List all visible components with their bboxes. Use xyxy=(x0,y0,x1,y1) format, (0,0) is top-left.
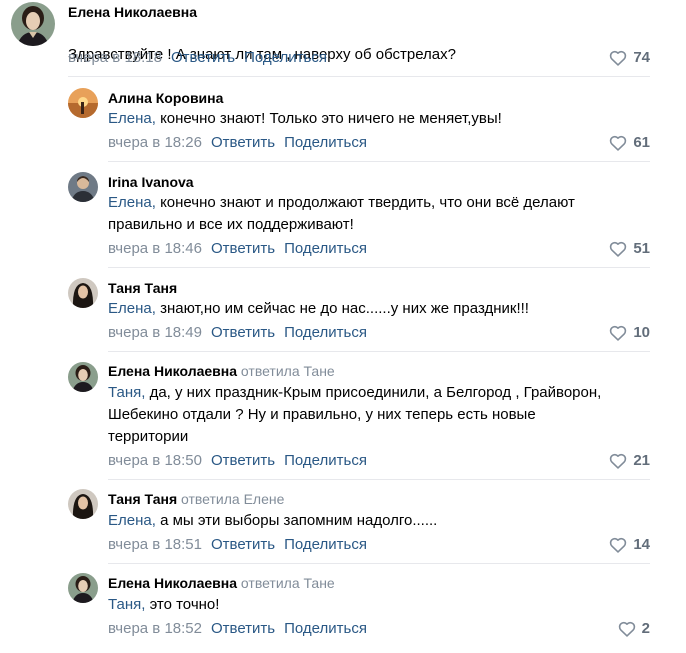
share-button[interactable]: Поделиться xyxy=(284,240,367,257)
avatar[interactable] xyxy=(68,278,98,308)
timestamp[interactable]: вчера в 18:46 xyxy=(108,240,202,257)
timestamp[interactable]: вчера в 18:26 xyxy=(108,134,202,151)
reply-button[interactable]: Ответить xyxy=(211,240,275,257)
share-button[interactable]: Поделиться xyxy=(284,324,367,341)
reply-to-label[interactable]: ответила Елене xyxy=(181,491,284,507)
author-name[interactable]: Елена Николаевна ответила Тане xyxy=(108,574,335,592)
avatar[interactable] xyxy=(68,573,98,603)
reply-button[interactable]: Ответить xyxy=(211,134,275,151)
like-button[interactable]: 51 xyxy=(609,239,650,259)
divider xyxy=(108,351,650,352)
reply-to-label[interactable]: ответила Тане xyxy=(241,363,335,379)
heart-icon xyxy=(610,325,627,341)
like-button[interactable]: 2 xyxy=(618,619,650,639)
author-name[interactable]: Елена Николаевна xyxy=(68,3,197,21)
divider xyxy=(108,161,650,162)
addressee-link[interactable]: Елена, xyxy=(108,512,156,529)
share-button[interactable]: Поделиться xyxy=(284,452,367,469)
like-count: 10 xyxy=(633,324,650,341)
share-button[interactable]: Поделиться xyxy=(244,49,327,66)
author-name[interactable]: Irina Ivanova xyxy=(108,173,194,191)
comment-text: Елена, а мы эти выборы запомним надолго.… xyxy=(108,512,438,529)
like-count: 2 xyxy=(641,620,650,637)
divider xyxy=(68,76,650,77)
comment-meta: вчера в 18:49 Ответить Поделиться xyxy=(108,323,367,343)
like-button[interactable]: 21 xyxy=(609,451,650,471)
comment-meta: вчера в 18:46 Ответить Поделиться xyxy=(108,239,367,259)
addressee-link[interactable]: Елена, xyxy=(108,300,156,317)
comment-text: Елена, конечно знают и продолжают тверди… xyxy=(108,194,575,233)
share-button[interactable]: Поделиться xyxy=(284,536,367,553)
like-count: 21 xyxy=(633,452,650,469)
heart-icon xyxy=(610,241,627,257)
author-name[interactable]: Елена Николаевна ответила Тане xyxy=(108,362,335,380)
like-button[interactable]: 14 xyxy=(609,535,650,555)
like-count: 51 xyxy=(633,240,650,257)
like-count: 14 xyxy=(633,536,650,553)
avatar[interactable] xyxy=(11,2,55,46)
author-name[interactable]: Таня Таня xyxy=(108,279,177,297)
timestamp[interactable]: вчера в 18:51 xyxy=(108,536,202,553)
reply-button[interactable]: Ответить xyxy=(211,620,275,637)
divider xyxy=(108,479,650,480)
timestamp[interactable]: вчера в 18:52 xyxy=(108,620,202,637)
comment-text: Таня, да, у них праздник-Крым присоедини… xyxy=(108,384,602,445)
like-button[interactable]: 61 xyxy=(609,133,650,153)
author-name[interactable]: Таня Таня ответила Елене xyxy=(108,490,284,508)
timestamp[interactable]: вчера в 18:18 xyxy=(68,49,162,66)
comment-text: Елена, конечно знают! Только это ничего … xyxy=(108,110,502,127)
reply-button[interactable]: Ответить xyxy=(211,324,275,341)
heart-icon xyxy=(610,50,627,66)
comment-meta: вчера в 18:52 Ответить Поделиться xyxy=(108,619,367,639)
avatar[interactable] xyxy=(68,88,98,118)
avatar[interactable] xyxy=(68,489,98,519)
comment-meta: вчера в 18:18 Ответить Поделиться xyxy=(68,48,327,68)
like-count: 74 xyxy=(633,49,650,66)
heart-icon xyxy=(610,537,627,553)
timestamp[interactable]: вчера в 18:49 xyxy=(108,324,202,341)
heart-icon xyxy=(610,135,627,151)
heart-icon xyxy=(618,621,635,637)
reply-to-label[interactable]: ответила Тане xyxy=(241,575,335,591)
comment-text: Таня, это точно! xyxy=(108,596,220,613)
like-button[interactable]: 10 xyxy=(609,323,650,343)
share-button[interactable]: Поделиться xyxy=(284,134,367,151)
reply-button[interactable]: Ответить xyxy=(211,452,275,469)
addressee-link[interactable]: Таня, xyxy=(108,384,145,401)
reply-button[interactable]: Ответить xyxy=(171,49,235,66)
share-button[interactable]: Поделиться xyxy=(284,620,367,637)
comment-meta: вчера в 18:50 Ответить Поделиться xyxy=(108,451,367,471)
divider xyxy=(108,267,650,268)
reply-button[interactable]: Ответить xyxy=(211,536,275,553)
addressee-link[interactable]: Таня, xyxy=(108,596,145,613)
like-button[interactable]: 74 xyxy=(609,48,650,68)
divider xyxy=(108,563,650,564)
comment-meta: вчера в 18:26 Ответить Поделиться xyxy=(108,133,367,153)
addressee-link[interactable]: Елена, xyxy=(108,110,156,127)
heart-icon xyxy=(610,453,627,469)
avatar[interactable] xyxy=(68,362,98,392)
timestamp[interactable]: вчера в 18:50 xyxy=(108,452,202,469)
like-count: 61 xyxy=(633,134,650,151)
comment-meta: вчера в 18:51 Ответить Поделиться xyxy=(108,535,367,555)
addressee-link[interactable]: Елена, xyxy=(108,194,156,211)
avatar[interactable] xyxy=(68,172,98,202)
author-name[interactable]: Алина Коровина xyxy=(108,89,223,107)
comment-text: Елена, знают,но им сейчас не до нас.....… xyxy=(108,300,529,317)
